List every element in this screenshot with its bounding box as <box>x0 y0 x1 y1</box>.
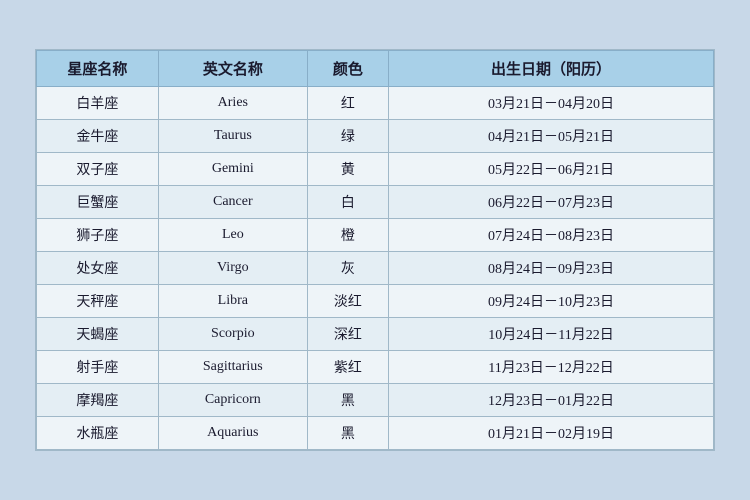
cell-color: 黄 <box>307 153 388 186</box>
cell-en-name: Capricorn <box>158 384 307 417</box>
cell-date: 06月22日－07月23日 <box>389 186 714 219</box>
cell-date: 08月24日－09月23日 <box>389 252 714 285</box>
cell-en-name: Virgo <box>158 252 307 285</box>
table-row: 巨蟹座Cancer白06月22日－07月23日 <box>37 186 714 219</box>
cell-zh-name: 摩羯座 <box>37 384 159 417</box>
table-row: 天秤座Libra淡红09月24日－10月23日 <box>37 285 714 318</box>
table-row: 射手座Sagittarius紫红11月23日－12月22日 <box>37 351 714 384</box>
cell-color: 白 <box>307 186 388 219</box>
cell-date: 05月22日－06月21日 <box>389 153 714 186</box>
header-zh-name: 星座名称 <box>37 51 159 87</box>
cell-color: 绿 <box>307 120 388 153</box>
cell-date: 12月23日－01月22日 <box>389 384 714 417</box>
cell-zh-name: 狮子座 <box>37 219 159 252</box>
cell-color: 淡红 <box>307 285 388 318</box>
cell-date: 10月24日－11月22日 <box>389 318 714 351</box>
cell-color: 红 <box>307 87 388 120</box>
cell-en-name: Gemini <box>158 153 307 186</box>
cell-zh-name: 天蝎座 <box>37 318 159 351</box>
table-row: 金牛座Taurus绿04月21日－05月21日 <box>37 120 714 153</box>
table-row: 双子座Gemini黄05月22日－06月21日 <box>37 153 714 186</box>
cell-zh-name: 处女座 <box>37 252 159 285</box>
header-en-name: 英文名称 <box>158 51 307 87</box>
cell-zh-name: 天秤座 <box>37 285 159 318</box>
table-row: 白羊座Aries红03月21日－04月20日 <box>37 87 714 120</box>
cell-date: 09月24日－10月23日 <box>389 285 714 318</box>
table-row: 摩羯座Capricorn黑12月23日－01月22日 <box>37 384 714 417</box>
table-body: 白羊座Aries红03月21日－04月20日金牛座Taurus绿04月21日－0… <box>37 87 714 450</box>
cell-zh-name: 射手座 <box>37 351 159 384</box>
cell-zh-name: 水瓶座 <box>37 417 159 450</box>
cell-zh-name: 巨蟹座 <box>37 186 159 219</box>
cell-color: 橙 <box>307 219 388 252</box>
table-header-row: 星座名称 英文名称 颜色 出生日期（阳历） <box>37 51 714 87</box>
cell-zh-name: 白羊座 <box>37 87 159 120</box>
cell-date: 04月21日－05月21日 <box>389 120 714 153</box>
cell-color: 黑 <box>307 384 388 417</box>
cell-en-name: Cancer <box>158 186 307 219</box>
cell-date: 07月24日－08月23日 <box>389 219 714 252</box>
cell-en-name: Aquarius <box>158 417 307 450</box>
cell-date: 03月21日－04月20日 <box>389 87 714 120</box>
cell-date: 11月23日－12月22日 <box>389 351 714 384</box>
header-date: 出生日期（阳历） <box>389 51 714 87</box>
cell-en-name: Libra <box>158 285 307 318</box>
cell-zh-name: 双子座 <box>37 153 159 186</box>
cell-en-name: Scorpio <box>158 318 307 351</box>
table-row: 狮子座Leo橙07月24日－08月23日 <box>37 219 714 252</box>
table-row: 天蝎座Scorpio深红10月24日－11月22日 <box>37 318 714 351</box>
cell-en-name: Taurus <box>158 120 307 153</box>
table-row: 处女座Virgo灰08月24日－09月23日 <box>37 252 714 285</box>
cell-en-name: Leo <box>158 219 307 252</box>
table-row: 水瓶座Aquarius黑01月21日－02月19日 <box>37 417 714 450</box>
cell-color: 紫红 <box>307 351 388 384</box>
zodiac-table: 星座名称 英文名称 颜色 出生日期（阳历） 白羊座Aries红03月21日－04… <box>36 50 714 450</box>
header-color: 颜色 <box>307 51 388 87</box>
cell-color: 灰 <box>307 252 388 285</box>
cell-color: 深红 <box>307 318 388 351</box>
zodiac-table-container: 星座名称 英文名称 颜色 出生日期（阳历） 白羊座Aries红03月21日－04… <box>35 49 715 451</box>
cell-en-name: Aries <box>158 87 307 120</box>
cell-date: 01月21日－02月19日 <box>389 417 714 450</box>
cell-zh-name: 金牛座 <box>37 120 159 153</box>
cell-color: 黑 <box>307 417 388 450</box>
cell-en-name: Sagittarius <box>158 351 307 384</box>
